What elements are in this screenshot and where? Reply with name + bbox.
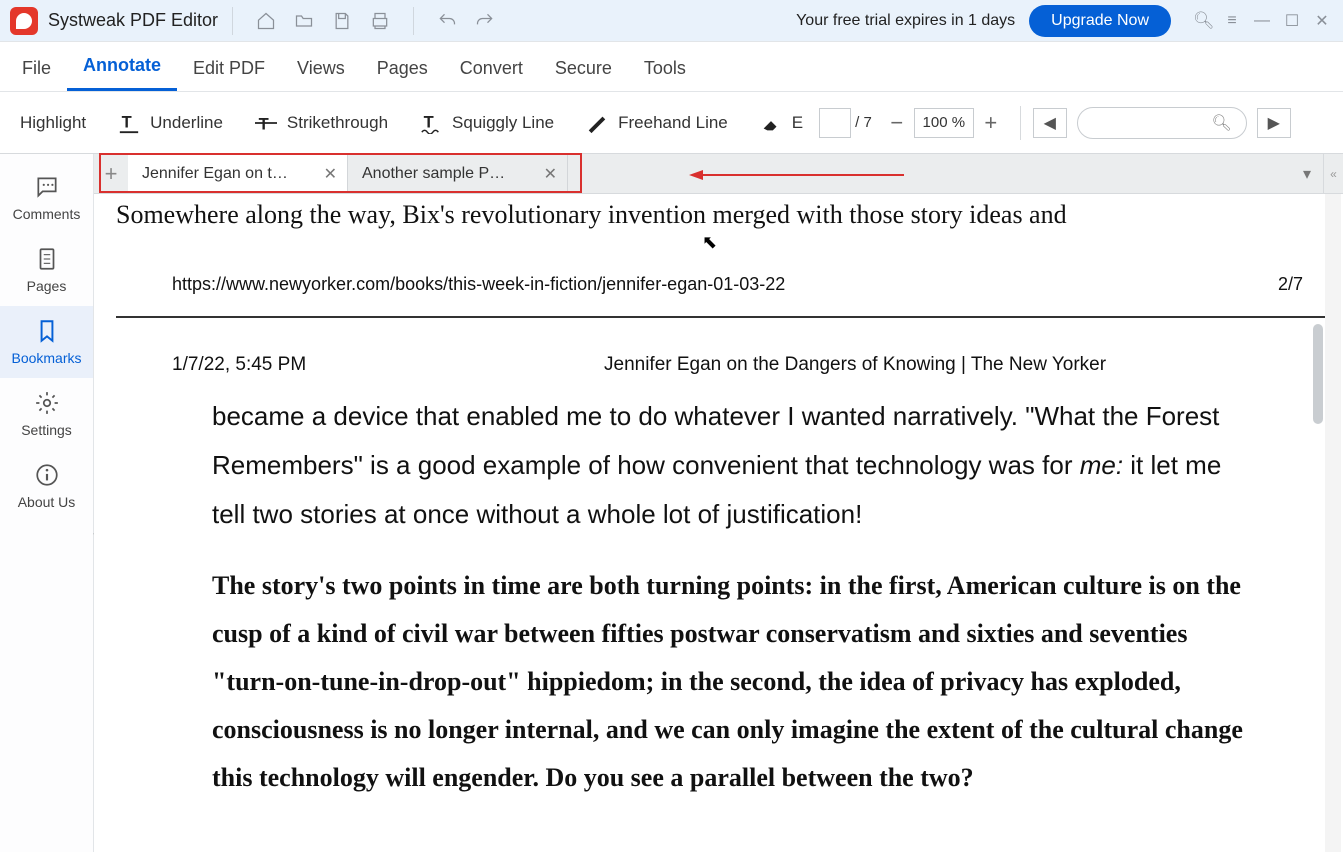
new-tab-button[interactable]: +: [94, 154, 128, 193]
home-icon[interactable]: [253, 8, 279, 34]
menu-pages[interactable]: Pages: [361, 48, 444, 91]
svg-text:T: T: [424, 113, 434, 131]
doc-footer-url: https://www.newyorker.com/books/this-wee…: [172, 274, 785, 295]
squiggly-icon: T: [420, 112, 442, 134]
tool-eraser[interactable]: E: [744, 112, 819, 134]
doc-text-line: Somewhere along the way, Bix's revolutio…: [116, 200, 1067, 230]
sidebar-label: Bookmarks: [11, 350, 81, 366]
tool-strikethrough[interactable]: T Strikethrough: [239, 112, 404, 134]
info-icon: [34, 462, 60, 488]
search-app-icon[interactable]: 🔍︎: [1193, 11, 1211, 31]
vertical-scrollbar-track[interactable]: [1325, 194, 1341, 852]
print-icon[interactable]: [367, 8, 393, 34]
bookmark-icon: [34, 318, 60, 344]
doc-header-title: Jennifer Egan on the Dangers of Knowing …: [604, 354, 1106, 376]
highlight-label: Highlight: [20, 113, 86, 133]
tool-highlight[interactable]: Highlight: [4, 113, 102, 133]
page-number-input[interactable]: [819, 108, 851, 138]
trial-text: Your free trial expires in 1 days: [796, 12, 1015, 30]
sidebar-item-bookmarks[interactable]: Bookmarks: [0, 306, 93, 378]
sidebar-item-about[interactable]: About Us: [0, 450, 93, 522]
sidebar-label: Comments: [13, 206, 81, 222]
gear-icon: [34, 390, 60, 416]
undo-icon[interactable]: [434, 8, 460, 34]
doc-paragraph-1: became a device that enabled me to do wh…: [212, 392, 1243, 539]
document-tab-label: Jennifer Egan on t…: [142, 165, 288, 183]
sidebar-item-pages[interactable]: Pages: [0, 234, 93, 306]
left-sidebar: Comments Pages Bookmarks Settings About …: [0, 154, 94, 852]
freehand-label: Freehand Line: [618, 113, 728, 133]
document-tab-2[interactable]: Another sample P… ✕: [348, 154, 568, 193]
menu-annotate[interactable]: Annotate: [67, 45, 177, 91]
zoom-in-button[interactable]: +: [974, 108, 1008, 138]
tabs-dropdown-icon[interactable]: ▾: [1291, 154, 1323, 193]
underline-icon: T: [118, 112, 140, 134]
svg-text:T: T: [259, 115, 269, 133]
annotate-toolbar: Highlight T Underline T Strikethrough T …: [0, 92, 1343, 154]
zoom-out-button[interactable]: −: [880, 108, 914, 138]
sidebar-label: Settings: [21, 422, 72, 438]
upgrade-button[interactable]: Upgrade Now: [1029, 5, 1171, 37]
annotation-arrow-icon: [689, 168, 909, 182]
page-total: / 7: [851, 114, 880, 131]
menu-lines-icon[interactable]: ≡: [1223, 12, 1241, 30]
strikethrough-icon: T: [255, 112, 277, 134]
pages-icon: [34, 246, 60, 272]
save-icon[interactable]: [329, 8, 355, 34]
open-folder-icon[interactable]: [291, 8, 317, 34]
document-tabs-bar: + Jennifer Egan on t… ✕ Another sample P…: [94, 154, 1343, 194]
svg-text:T: T: [122, 113, 132, 131]
panel-collapse-icon[interactable]: «: [1323, 154, 1343, 193]
document-tab-1[interactable]: Jennifer Egan on t… ✕: [128, 154, 348, 193]
nav-prev-button[interactable]: ◀: [1033, 108, 1067, 138]
strikethrough-label: Strikethrough: [287, 113, 388, 133]
eraser-label: E: [792, 113, 803, 133]
menu-tools[interactable]: Tools: [628, 48, 702, 91]
tool-squiggly[interactable]: T Squiggly Line: [404, 112, 570, 134]
close-tab-icon[interactable]: ✕: [544, 164, 557, 184]
close-window-icon[interactable]: ✕: [1313, 11, 1331, 31]
search-icon: 🔍︎: [1211, 113, 1231, 133]
menu-views[interactable]: Views: [281, 48, 361, 91]
sidebar-item-settings[interactable]: Settings: [0, 378, 93, 450]
menu-secure[interactable]: Secure: [539, 48, 628, 91]
mouse-cursor-icon: ⬉: [702, 232, 717, 253]
comments-icon: [34, 174, 60, 200]
tool-freehand[interactable]: Freehand Line: [570, 112, 744, 134]
sidebar-item-comments[interactable]: Comments: [0, 162, 93, 234]
document-canvas[interactable]: Somewhere along the way, Bix's revolutio…: [94, 194, 1343, 852]
redo-icon[interactable]: [472, 8, 498, 34]
zoom-input[interactable]: [914, 108, 974, 138]
page-divider: [116, 316, 1325, 318]
squiggly-label: Squiggly Line: [452, 113, 554, 133]
tool-underline[interactable]: T Underline: [102, 112, 239, 134]
doc-header-date: 1/7/22, 5:45 PM: [172, 354, 306, 376]
menu-bar: File Annotate Edit PDF Views Pages Conve…: [0, 42, 1343, 92]
title-bar: Systweak PDF Editor Your free trial expi…: [0, 0, 1343, 42]
app-title: Systweak PDF Editor: [48, 10, 218, 31]
doc-footer-page: 2/7: [1278, 274, 1303, 295]
menu-file[interactable]: File: [6, 48, 67, 91]
close-tab-icon[interactable]: ✕: [324, 164, 337, 184]
app-logo-icon: [10, 7, 38, 35]
sidebar-label: About Us: [18, 494, 76, 510]
nav-next-button[interactable]: ▶: [1257, 108, 1291, 138]
freehand-icon: [586, 112, 608, 134]
menu-convert[interactable]: Convert: [444, 48, 539, 91]
underline-label: Underline: [150, 113, 223, 133]
eraser-icon: [760, 112, 782, 134]
doc-paragraph-2: The story's two points in time are both …: [212, 562, 1253, 802]
minimize-icon[interactable]: ―: [1253, 12, 1271, 30]
menu-edit-pdf[interactable]: Edit PDF: [177, 48, 281, 91]
document-tab-label: Another sample P…: [362, 165, 505, 183]
vertical-scrollbar-thumb[interactable]: [1313, 324, 1323, 424]
maximize-icon[interactable]: ☐: [1283, 11, 1301, 31]
sidebar-label: Pages: [27, 278, 67, 294]
toolbar-search[interactable]: 🔍︎: [1077, 107, 1247, 139]
